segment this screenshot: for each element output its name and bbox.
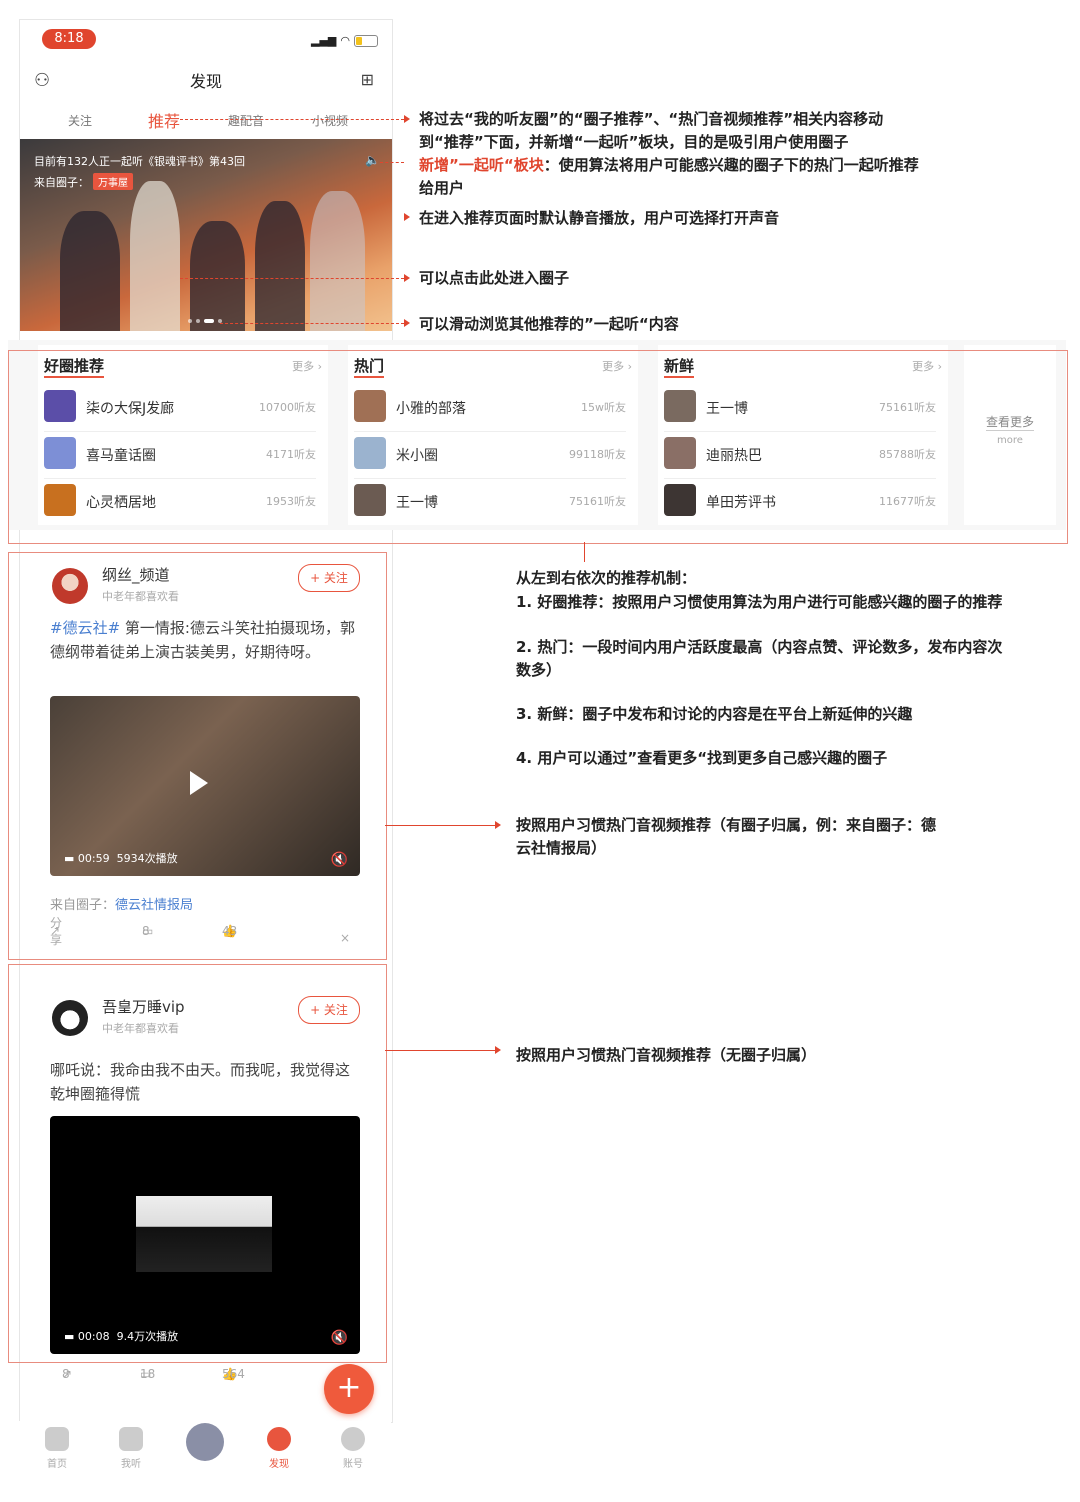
- page-title: 发现: [189, 72, 222, 91]
- annotation-text: 从左到右依次的推荐机制：: [516, 569, 697, 587]
- banner-figure: [130, 181, 180, 331]
- annotation-text: 新增”一起听“板块：使用算法将用户可能感兴趣的圈子下的热门一起听推荐: [419, 156, 919, 174]
- banner-figure: [310, 191, 365, 331]
- annotation-text: 可以滑动浏览其他推荐的”一起听“内容: [419, 315, 679, 333]
- arrow-head: [404, 213, 410, 221]
- tab-dubbing[interactable]: 趣配音: [228, 112, 264, 129]
- annotation-text: 给用户: [419, 179, 465, 197]
- connector-line: [385, 1050, 495, 1051]
- annotation-block: 2. 热门：一段时间内用户活跃度最高（内容点赞、评论数多，发布内容次 数多）: [516, 638, 1003, 679]
- signal-icon: ▂▄▆: [311, 34, 337, 47]
- annotation-text: 按照用户习惯热门音视频推荐（无圈子归属）: [516, 1046, 817, 1064]
- grid-icon[interactable]: ⊞: [361, 70, 374, 89]
- annotation-highlight: 新增”一起听“板块: [419, 156, 544, 174]
- add-post-button[interactable]: +: [324, 1364, 374, 1414]
- player-icon: [186, 1423, 224, 1461]
- battery-icon: [354, 34, 378, 47]
- annotation-text: 将过去“我的听友圈”的“圈子推荐”、“热门音视频推荐”相关内容移动: [419, 110, 884, 128]
- share-count: 8: [62, 1367, 70, 1381]
- tab-home[interactable]: 首页: [37, 1427, 77, 1470]
- connector-line: [385, 825, 495, 826]
- connector-line: [220, 323, 404, 324]
- tab-account[interactable]: 账号: [333, 1427, 373, 1470]
- home-icon: [45, 1427, 69, 1451]
- arrow-head: [404, 115, 410, 123]
- banner-figure: [190, 221, 245, 331]
- compass-icon: [267, 1427, 291, 1451]
- tab-player[interactable]: [185, 1423, 225, 1465]
- tab-discover[interactable]: 发现: [259, 1427, 299, 1470]
- annotation-block: 按照用户习惯热门音视频推荐（有圈子归属，例：来自圈子：德 云社情报局）: [516, 816, 937, 857]
- annotation-text: 4. 用户可以通过”查看更多“找到更多自己感兴趣的圈子: [516, 749, 888, 767]
- comment-count: 18: [140, 1367, 156, 1381]
- listen-together-banner[interactable]: 目前有132人正一起听《银魂评书》第43回 来自圈子： 万事屋 🔈: [20, 139, 392, 331]
- arrow-head: [404, 274, 410, 282]
- star-icon: [119, 1427, 143, 1451]
- arrow-head: [495, 821, 501, 829]
- highlight-box: [8, 552, 387, 960]
- like-count: 564: [222, 1367, 245, 1381]
- account-icon: [341, 1427, 365, 1451]
- banner-circle-link[interactable]: 来自圈子： 万事屋: [34, 173, 133, 190]
- wifi-icon: ◠: [340, 34, 350, 47]
- annotation-text: 到“推荐”下面，并新增“一起听”板块，目的是吸引用户使用圈子: [419, 133, 849, 151]
- banner-circle-tag[interactable]: 万事屋: [93, 173, 133, 190]
- annotation-text: 3. 新鲜：圈子中发布和讨论的内容是在平台上新延伸的兴趣: [516, 705, 913, 723]
- highlight-box: [8, 964, 387, 1363]
- annotation-text: 1. 好圈推荐：按照用户习惯使用算法为用户进行可能感兴趣的圈子的推荐: [516, 593, 1003, 611]
- status-time: 8:18: [42, 29, 96, 49]
- bottom-tab-bar: 首页 我听 发现 账号: [19, 1421, 391, 1481]
- arrow-head: [495, 1046, 501, 1054]
- connector-line: [180, 119, 404, 120]
- carousel-dots[interactable]: [188, 319, 222, 323]
- status-icons: ▂▄▆ ◠: [311, 34, 378, 47]
- banner-figure: [255, 201, 305, 331]
- highlight-box: [8, 350, 1068, 544]
- mute-icon[interactable]: 🔈: [365, 153, 380, 167]
- annotation-text: 可以点击此处进入圈子: [419, 269, 570, 287]
- annotation-block: 将过去“我的听友圈”的“圈子推荐”、“热门音视频推荐”相关内容移动 到“推荐”下…: [419, 108, 1069, 200]
- connector-line: [584, 542, 585, 562]
- tab-recommend[interactable]: 推荐: [148, 108, 180, 132]
- banner-from-label: 来自圈子：: [34, 175, 89, 189]
- arrow-head: [404, 319, 410, 327]
- tab-short-video[interactable]: 小视频: [312, 112, 348, 129]
- banner-figure: [60, 211, 120, 331]
- tab-follow[interactable]: 关注: [68, 112, 92, 129]
- banner-title: 目前有132人正一起听《银魂评书》第43回: [34, 155, 245, 168]
- tab-my-listen[interactable]: 我听: [111, 1427, 151, 1470]
- connector-line: [380, 162, 404, 163]
- connector-line: [180, 278, 404, 279]
- annotation-text: 在进入推荐页面时默认静音播放，用户可选择打开声音: [419, 209, 780, 227]
